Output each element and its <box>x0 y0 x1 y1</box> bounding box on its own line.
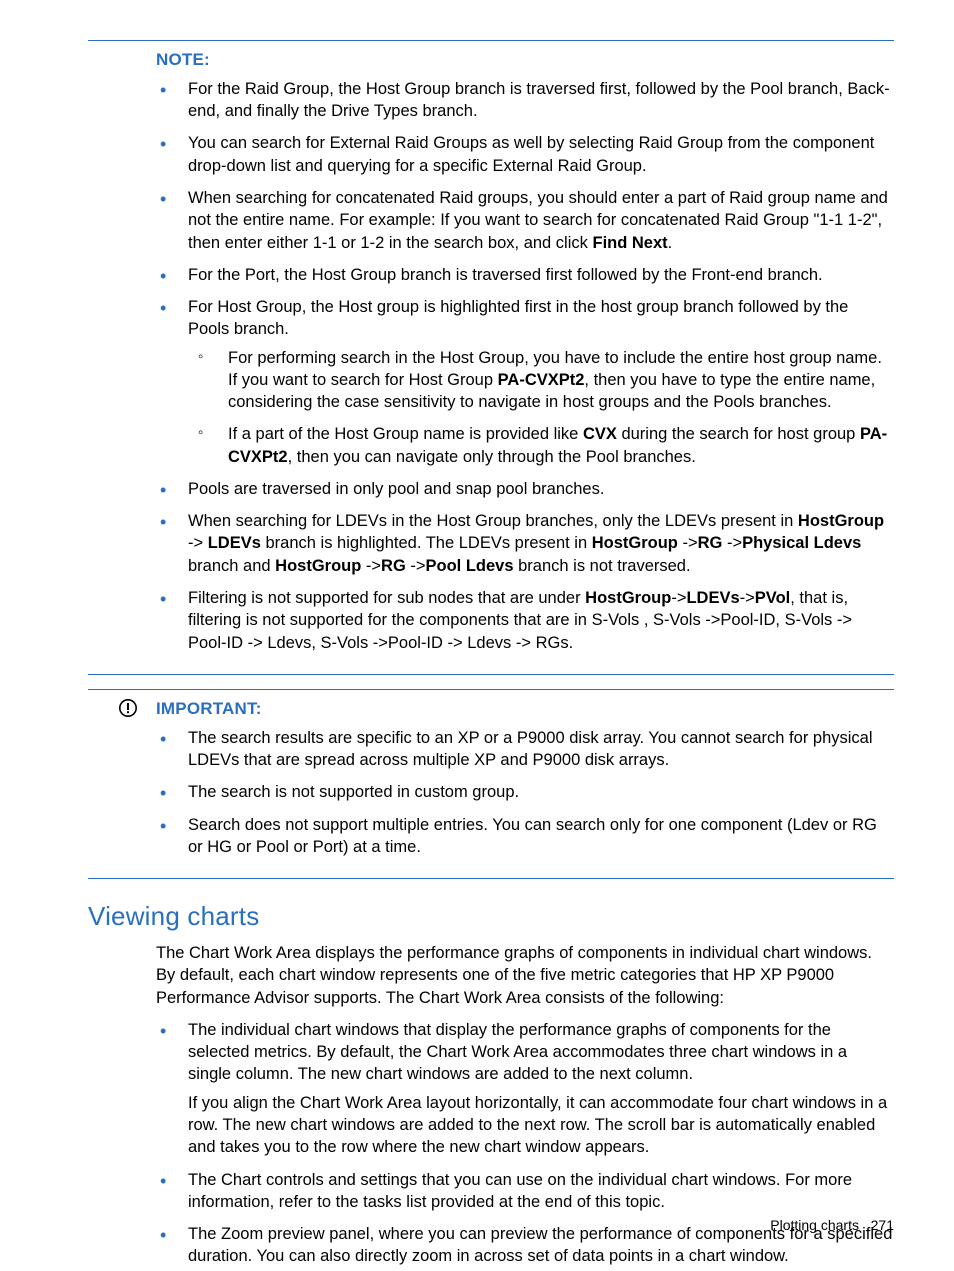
note-item: Filtering is not supported for sub nodes… <box>156 587 894 654</box>
important-body: IMPORTANT: The search results are specif… <box>156 698 894 858</box>
note-item-text: When searching for concatenated Raid gro… <box>188 189 888 252</box>
note-item-text: Filtering is not supported for sub nodes… <box>188 589 852 652</box>
note-subitem: For performing search in the Host Group,… <box>188 347 894 414</box>
note-item-text: Pools are traversed in only pool and sna… <box>188 480 604 498</box>
note-item-text: For Host Group, the Host group is highli… <box>188 298 848 338</box>
note-list: For the Raid Group, the Host Group branc… <box>156 78 894 654</box>
important-label: IMPORTANT: <box>156 698 894 721</box>
section-item-extra: If you align the Chart Work Area layout … <box>188 1092 894 1159</box>
note-item: For Host Group, the Host group is highli… <box>156 296 894 468</box>
note-item: For the Port, the Host Group branch is t… <box>156 264 894 286</box>
note-item-text: You can search for External Raid Groups … <box>188 134 874 174</box>
important-callout: IMPORTANT: The search results are specif… <box>88 689 894 879</box>
note-item-text: For the Port, the Host Group branch is t… <box>188 266 823 284</box>
important-list: The search results are specific to an XP… <box>156 727 894 858</box>
note-item: When searching for concatenated Raid gro… <box>156 187 894 254</box>
footer-page: 271 <box>871 1217 894 1233</box>
note-item: You can search for External Raid Groups … <box>156 132 894 177</box>
section-item: The Chart controls and settings that you… <box>156 1169 894 1214</box>
section-item-text: The Chart controls and settings that you… <box>188 1171 852 1211</box>
note-body: NOTE: For the Raid Group, the Host Group… <box>156 49 894 654</box>
document-page: NOTE: For the Raid Group, the Host Group… <box>0 0 954 1271</box>
important-item-text: Search does not support multiple entries… <box>188 816 877 856</box>
note-label: NOTE: <box>156 49 894 72</box>
page-footer: Plotting charts 271 <box>770 1216 894 1235</box>
section-intro: The Chart Work Area displays the perform… <box>156 942 894 1009</box>
note-callout: NOTE: For the Raid Group, the Host Group… <box>88 40 894 675</box>
important-item: Search does not support multiple entries… <box>156 814 894 859</box>
note-item: When searching for LDEVs in the Host Gro… <box>156 510 894 577</box>
note-sublist: For performing search in the Host Group,… <box>188 347 894 468</box>
footer-text: Plotting charts <box>770 1217 859 1233</box>
section-item: The individual chart windows that displa… <box>156 1019 894 1159</box>
note-item: Pools are traversed in only pool and sna… <box>156 478 894 500</box>
important-icon <box>118 698 138 718</box>
section-heading: Viewing charts <box>88 899 894 934</box>
section-item-text: The individual chart windows that displa… <box>188 1021 847 1084</box>
note-item-text: When searching for LDEVs in the Host Gro… <box>188 512 884 575</box>
note-item: For the Raid Group, the Host Group branc… <box>156 78 894 123</box>
important-item-text: The search is not supported in custom gr… <box>188 783 519 801</box>
note-subitem: If a part of the Host Group name is prov… <box>188 423 894 468</box>
note-item-text: For the Raid Group, the Host Group branc… <box>188 80 890 120</box>
important-item-text: The search results are specific to an XP… <box>188 729 873 769</box>
important-item: The search results are specific to an XP… <box>156 727 894 772</box>
important-item: The search is not supported in custom gr… <box>156 781 894 803</box>
